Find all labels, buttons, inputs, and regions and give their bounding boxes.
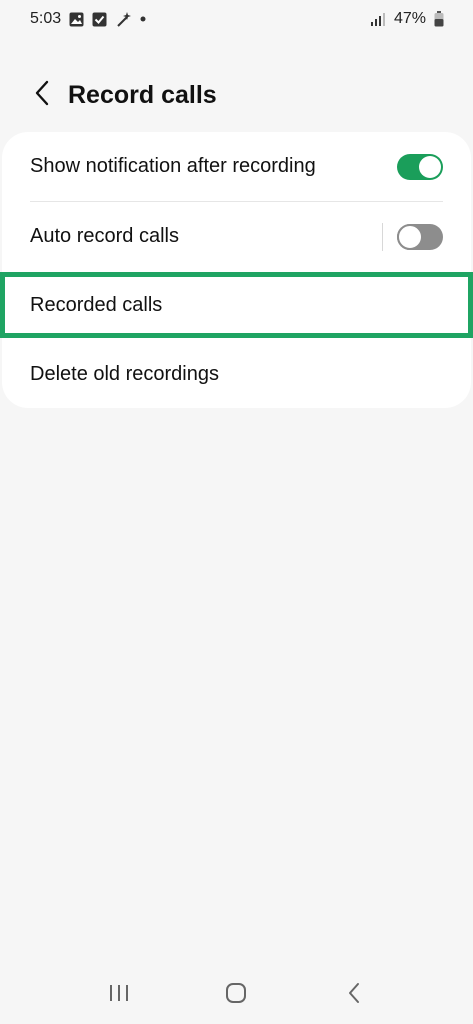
recent-apps-icon — [108, 983, 130, 1008]
toggle-knob — [419, 155, 441, 178]
app-bar: Record calls — [0, 60, 473, 130]
check-icon — [92, 12, 107, 27]
show-notification-toggle[interactable] — [397, 153, 443, 180]
status-bar: 5:03 47% — [0, 0, 473, 38]
home-button[interactable] — [206, 966, 266, 1024]
battery-icon — [434, 11, 444, 27]
toggle-knob — [397, 223, 423, 250]
status-right: 47% — [370, 10, 444, 28]
setting-label: Show notification after recording — [30, 155, 316, 177]
page-title: Record calls — [68, 80, 217, 109]
auto-record-setting[interactable]: Auto record calls — [2, 202, 471, 271]
back-button[interactable] — [10, 60, 74, 130]
nav-back-button[interactable] — [324, 966, 384, 1024]
status-time: 5:03 — [30, 10, 62, 27]
setting-label: Recorded calls — [30, 294, 163, 316]
recorded-calls-item[interactable]: Recorded calls — [2, 271, 471, 340]
delete-old-recordings-item[interactable]: Delete old recordings — [2, 340, 471, 408]
auto-record-toggle[interactable] — [397, 223, 443, 250]
magic-wand-icon — [115, 11, 132, 28]
back-icon — [347, 982, 361, 1009]
gallery-icon — [69, 12, 84, 27]
recent-apps-button[interactable] — [89, 966, 149, 1024]
signal-icon — [370, 12, 386, 26]
battery-percent: 47% — [393, 10, 426, 27]
home-icon — [225, 982, 247, 1009]
show-notification-setting[interactable]: Show notification after recording — [2, 132, 471, 201]
settings-card: Show notification after recording Auto r… — [2, 132, 471, 408]
dot-icon — [140, 16, 146, 22]
setting-label: Delete old recordings — [30, 363, 219, 385]
status-left: 5:03 — [30, 10, 146, 28]
navigation-bar — [0, 966, 473, 1024]
back-arrow-icon — [34, 80, 50, 111]
setting-label: Auto record calls — [30, 225, 179, 247]
vertical-divider — [382, 222, 383, 251]
